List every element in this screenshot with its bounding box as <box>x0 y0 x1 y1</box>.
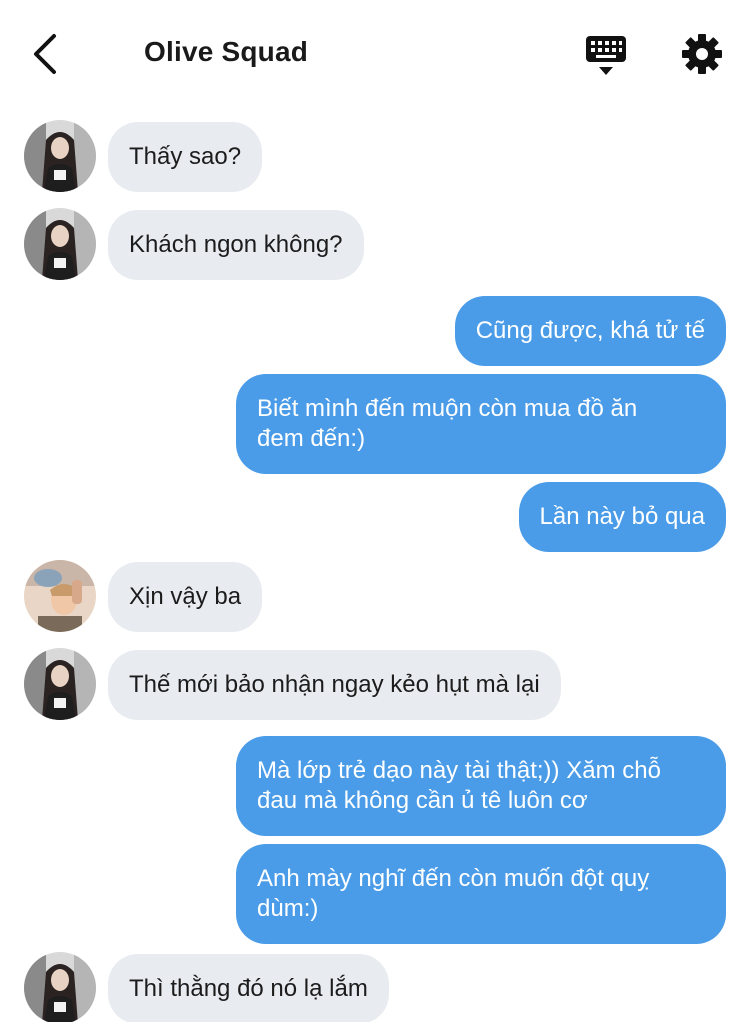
message-text: Lần này bỏ qua <box>539 503 705 530</box>
message-bubble-outgoing[interactable]: Lần này bỏ qua <box>518 482 726 552</box>
message-text: Xịn vậy ba <box>129 583 242 610</box>
member-avatar-image <box>24 120 96 192</box>
message-text: Thế mới bảo nhận ngay kẻo hụt mà lại <box>129 671 540 698</box>
member-avatar-image <box>24 952 96 1022</box>
keyboard-button[interactable] <box>584 34 628 78</box>
chat-header: Olive Squad <box>0 0 750 108</box>
message-bubble-incoming[interactable]: Thì thằng đó nó lạ lắm <box>108 954 389 1022</box>
back-button[interactable] <box>28 30 64 78</box>
message-bubble-outgoing[interactable]: Anh mày nghĩ đến còn muốn đột quỵ dùm:) <box>236 844 726 944</box>
message-bubble-incoming[interactable]: Xịn vậy ba <box>108 562 263 632</box>
avatar[interactable] <box>24 952 96 1022</box>
message-bubble-incoming[interactable]: Khách ngon không? <box>108 210 364 280</box>
member-avatar-image <box>24 560 96 632</box>
avatar[interactable] <box>24 208 96 280</box>
message-bubble-outgoing[interactable]: Mà lớp trẻ dạo này tài thật;)) Xăm chỗ đ… <box>236 736 726 836</box>
chevron-left-icon <box>34 34 56 74</box>
message-text-line: đau mà không cần ủ tê luôn cơ <box>257 787 588 814</box>
chat-title: Olive Squad <box>144 36 309 67</box>
message-text-line: dùm:) <box>257 895 319 922</box>
message-text-line: Mà lớp trẻ dạo này tài thật;)) Xăm chỗ <box>257 757 661 784</box>
gear-icon <box>682 34 722 74</box>
avatar[interactable] <box>24 120 96 192</box>
message-text-line: Anh mày nghĩ đến còn muốn đột quỵ <box>257 865 650 892</box>
avatar[interactable] <box>24 560 96 632</box>
message-text: Khách ngon không? <box>129 231 343 258</box>
member-avatar-image <box>24 208 96 280</box>
message-text: Thì thằng đó nó lạ lắm <box>129 975 368 1002</box>
message-bubble-incoming[interactable]: Thấy sao? <box>108 122 263 192</box>
message-bubble-outgoing[interactable]: Biết mình đến muộn còn mua đồ ăn đem đến… <box>236 374 726 474</box>
message-bubble-incoming[interactable]: Thế mới bảo nhận ngay kẻo hụt mà lại <box>108 650 561 720</box>
avatar[interactable] <box>24 648 96 720</box>
member-avatar-image <box>24 648 96 720</box>
message-text: Cũng được, khá tử tế <box>475 317 705 344</box>
message-text-line: Biết mình đến muộn còn mua đồ ăn <box>257 395 638 422</box>
message-bubble-outgoing[interactable]: Cũng được, khá tử tế <box>454 296 726 366</box>
message-text: Thấy sao? <box>129 143 242 170</box>
settings-button[interactable] <box>680 32 724 76</box>
keyboard-icon <box>586 36 626 75</box>
message-text-line: đem đến:) <box>257 425 366 452</box>
